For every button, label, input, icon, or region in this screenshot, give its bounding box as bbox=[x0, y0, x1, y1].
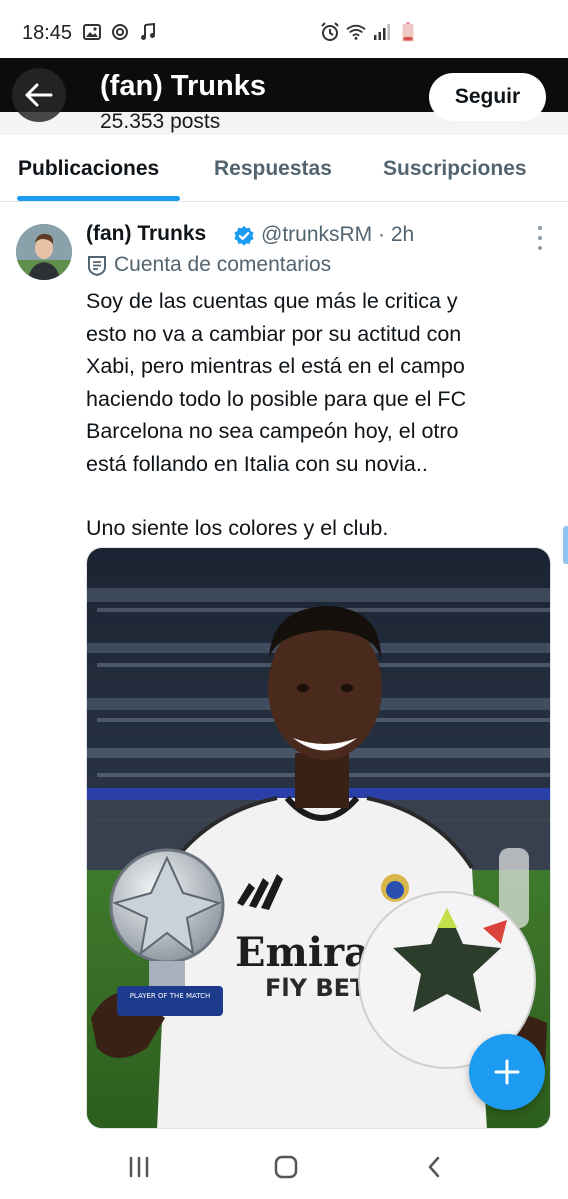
home-icon bbox=[274, 1155, 298, 1179]
recent-apps-button[interactable] bbox=[124, 1152, 154, 1182]
more-dot-icon bbox=[538, 236, 542, 240]
active-tab-indicator bbox=[17, 196, 180, 201]
more-dot-icon bbox=[538, 246, 542, 250]
plus-icon bbox=[494, 1059, 520, 1085]
signal-icon bbox=[372, 22, 392, 42]
tab-respuestas[interactable]: Respuestas bbox=[214, 157, 332, 181]
battery-low-icon bbox=[398, 22, 418, 42]
tab-suscripciones[interactable]: Suscripciones bbox=[383, 157, 527, 181]
profile-header: (fan) Trunks 25.353 posts Seguir bbox=[0, 58, 568, 135]
more-options-button[interactable] bbox=[530, 226, 550, 250]
follow-button[interactable]: Seguir bbox=[429, 73, 546, 121]
tab-publicaciones[interactable]: Publicaciones bbox=[18, 157, 159, 181]
status-bar: 18:45 bbox=[0, 0, 568, 62]
community-note-icon bbox=[86, 254, 108, 277]
post-media-image[interactable]: Emirat FlY BETT PLAYER OF THE MATCH bbox=[86, 547, 551, 1129]
avatar[interactable] bbox=[16, 224, 72, 280]
sync-icon bbox=[110, 22, 130, 42]
back-nav-button[interactable] bbox=[419, 1152, 449, 1182]
post-text-line: Uno siente los colores y el club. bbox=[86, 516, 389, 540]
alarm-icon bbox=[320, 22, 340, 42]
back-chevron-icon bbox=[428, 1156, 440, 1178]
music-note-icon bbox=[138, 22, 158, 42]
trophy-label: PLAYER OF THE MATCH bbox=[130, 992, 211, 1000]
post-text-line: esto no va a cambiar por su actitud con bbox=[86, 321, 462, 346]
community-label[interactable]: Cuenta de comentarios bbox=[114, 253, 331, 277]
profile-name: (fan) Trunks bbox=[100, 70, 266, 102]
post-text-line: haciendo todo lo posible para que el FC bbox=[86, 386, 467, 411]
wifi-icon bbox=[346, 22, 366, 42]
image-icon bbox=[82, 22, 102, 42]
post-text-line: está follando en Italia con su novia.. bbox=[86, 451, 428, 476]
posts-count: 25.353 posts bbox=[100, 110, 221, 133]
compose-fab-button[interactable] bbox=[469, 1034, 545, 1110]
recent-apps-icon bbox=[129, 1156, 149, 1178]
back-button[interactable] bbox=[12, 68, 66, 122]
verified-badge-icon bbox=[233, 225, 255, 247]
profile-tabs: Publicaciones Respuestas Suscripciones bbox=[0, 135, 568, 202]
scrollbar-thumb[interactable] bbox=[563, 526, 568, 564]
system-nav-bar bbox=[0, 1130, 568, 1199]
back-arrow-icon bbox=[25, 83, 53, 107]
status-time: 18:45 bbox=[22, 22, 73, 44]
more-dot-icon bbox=[538, 226, 542, 230]
post-text-line: Soy de las cuentas que más le critica y bbox=[86, 289, 458, 313]
home-button[interactable] bbox=[271, 1152, 301, 1182]
post-author-name[interactable]: (fan) Trunks bbox=[86, 222, 206, 246]
post-handle-time[interactable]: @trunksRM · 2h bbox=[261, 223, 414, 247]
post-text-line: Xabi, pero mientras el está en el campo bbox=[86, 354, 465, 378]
post-text-line: Barcelona no sea campeón hoy, el otro bbox=[86, 419, 459, 443]
post-text: Soy de las cuentas que más le critica y … bbox=[86, 285, 546, 545]
